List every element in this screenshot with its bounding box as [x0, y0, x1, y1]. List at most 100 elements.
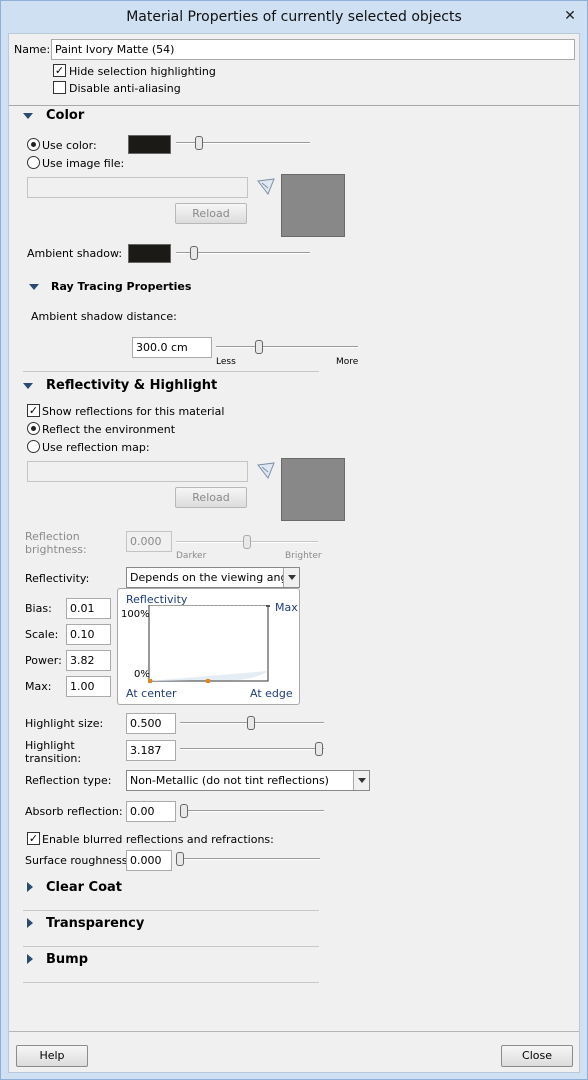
- color-reload-button[interactable]: Reload: [175, 203, 247, 224]
- color-image-preview: [281, 174, 345, 237]
- reflection-type-select[interactable]: Non-Metallic (do not tint reflections): [126, 770, 370, 791]
- absorb-slider-thumb[interactable]: [180, 804, 188, 818]
- power-input[interactable]: 3.82: [66, 650, 111, 671]
- reflectivity-label: Reflectivity:: [25, 572, 90, 585]
- use-reflection-map-radio[interactable]: [27, 440, 40, 453]
- max-label: Max:: [25, 680, 52, 693]
- roughness-slider-thumb[interactable]: [176, 852, 184, 866]
- ray-tracing-divider: [23, 371, 319, 372]
- expand-bump-icon[interactable]: [27, 954, 33, 964]
- reflection-type-select-value: Non-Metallic (do not tint reflections): [130, 774, 329, 787]
- highlight-transition-label-2: transition:: [25, 752, 82, 765]
- darker-label: Darker: [176, 551, 207, 561]
- footer-divider: [9, 1031, 579, 1032]
- absorb-reflection-label: Absorb reflection:: [25, 805, 123, 818]
- help-button[interactable]: Help: [16, 1045, 88, 1067]
- bump-section-title[interactable]: Bump: [46, 952, 88, 967]
- use-reflection-map-label: Use reflection map:: [42, 441, 150, 454]
- dialog-body: Name: Paint Ivory Matte (54) ✓ Hide sele…: [8, 33, 580, 1073]
- hide-selection-label: Hide selection highlighting: [69, 65, 216, 78]
- ambient-distance-label: Ambient shadow distance:: [31, 310, 177, 323]
- ambient-shadow-swatch[interactable]: [128, 244, 171, 263]
- close-window-icon[interactable]: ✕: [559, 7, 581, 25]
- absorb-reflection-input[interactable]: 0.00: [126, 801, 176, 822]
- expand-transparency-icon[interactable]: [27, 918, 33, 928]
- reflection-reload-button[interactable]: Reload: [175, 487, 247, 508]
- bias-label: Bias:: [25, 602, 52, 615]
- use-color-label: Use color:: [42, 139, 97, 152]
- absorb-slider-track: [180, 810, 324, 812]
- ambient-shadow-slider-thumb[interactable]: [190, 246, 198, 260]
- clear-coat-section-title[interactable]: Clear Coat: [46, 880, 122, 895]
- reflectivity-section-title[interactable]: Reflectivity & Highlight: [46, 378, 217, 393]
- surface-roughness-input[interactable]: 0.000: [126, 850, 172, 871]
- disable-antialiasing-label: Disable anti-aliasing: [69, 82, 181, 95]
- ambient-distance-input[interactable]: 300.0 cm: [132, 337, 212, 358]
- color-image-path-input[interactable]: [27, 177, 248, 198]
- reflection-type-label: Reflection type:: [25, 774, 112, 787]
- ambient-distance-slider-thumb[interactable]: [255, 340, 263, 354]
- reflect-environment-label: Reflect the environment: [42, 423, 176, 436]
- graph-handle-center[interactable]: [148, 679, 152, 683]
- power-label: Power:: [25, 654, 62, 667]
- reflection-map-preview: [281, 458, 345, 521]
- expand-color-icon[interactable]: [23, 113, 33, 119]
- transparency-divider: [23, 946, 319, 947]
- reflectivity-select[interactable]: Depends on the viewing angle: [126, 567, 300, 588]
- show-reflections-checkbox[interactable]: ✓: [27, 404, 40, 417]
- reflection-brightness-slider-thumb[interactable]: [243, 535, 251, 549]
- graph-max-label: Max: [275, 601, 298, 614]
- show-reflections-label: Show reflections for this material: [42, 405, 225, 418]
- name-label: Name:: [14, 43, 51, 56]
- highlight-transition-slider-track: [180, 748, 324, 750]
- scale-input[interactable]: 0.10: [66, 624, 111, 645]
- chevron-down-icon[interactable]: [283, 568, 299, 587]
- graph-x-left: At center: [126, 687, 177, 700]
- reflect-environment-radio[interactable]: [27, 422, 40, 435]
- roughness-slider-track: [176, 858, 320, 860]
- graph-plot-area: [148, 605, 270, 683]
- use-color-radio[interactable]: [27, 138, 40, 151]
- disable-antialiasing-checkbox[interactable]: [53, 81, 66, 94]
- color-section-title[interactable]: Color: [46, 108, 84, 123]
- expand-reflectivity-icon[interactable]: [23, 383, 33, 389]
- max-input[interactable]: 1.00: [66, 676, 111, 697]
- scale-label: Scale:: [25, 628, 59, 641]
- graph-handle-mid[interactable]: [206, 679, 210, 683]
- window-title: Material Properties of currently selecte…: [126, 9, 462, 25]
- highlight-size-slider-thumb[interactable]: [247, 716, 255, 730]
- ambient-distance-slider-track: [216, 346, 358, 348]
- expand-ray-tracing-icon[interactable]: [29, 284, 39, 290]
- use-image-radio[interactable]: [27, 156, 40, 169]
- ray-tracing-title[interactable]: Ray Tracing Properties: [51, 280, 191, 293]
- highlight-size-input[interactable]: 0.500: [126, 713, 176, 734]
- material-properties-window: Material Properties of currently selecte…: [0, 0, 588, 1080]
- graph-y-top: 100%: [121, 609, 150, 620]
- reflection-map-path-input[interactable]: [27, 461, 248, 482]
- highlight-size-label: Highlight size:: [25, 717, 104, 730]
- image-picker-icon[interactable]: [256, 178, 276, 196]
- highlight-transition-input[interactable]: 3.187: [126, 740, 176, 761]
- expand-clear-coat-icon[interactable]: [27, 882, 33, 892]
- use-image-label: Use image file:: [42, 157, 125, 170]
- close-button[interactable]: Close: [501, 1045, 573, 1067]
- reflection-brightness-input[interactable]: 0.000: [126, 531, 172, 552]
- color-swatch[interactable]: [128, 135, 171, 154]
- bump-divider: [23, 982, 319, 983]
- reflection-map-picker-icon[interactable]: [256, 462, 276, 480]
- graph-handle-max[interactable]: [266, 605, 270, 607]
- transparency-section-title[interactable]: Transparency: [46, 916, 144, 931]
- blurred-reflections-checkbox[interactable]: ✓: [27, 832, 40, 845]
- surface-roughness-label: Surface roughness:: [25, 854, 132, 867]
- hide-selection-checkbox[interactable]: ✓: [53, 64, 66, 77]
- bias-input[interactable]: 0.01: [66, 598, 111, 619]
- reflectivity-select-value: Depends on the viewing angle: [130, 571, 298, 584]
- graph-x-right: At edge: [250, 687, 293, 700]
- clear-coat-divider: [23, 910, 319, 911]
- highlight-transition-slider-thumb[interactable]: [315, 742, 323, 756]
- color-slider-thumb[interactable]: [195, 136, 203, 150]
- name-input[interactable]: Paint Ivory Matte (54): [51, 39, 575, 60]
- blurred-reflections-label: Enable blurred reflections and refractio…: [42, 833, 274, 846]
- chevron-down-icon[interactable]: [353, 771, 369, 790]
- highlight-transition-label-1: Highlight: [25, 739, 75, 752]
